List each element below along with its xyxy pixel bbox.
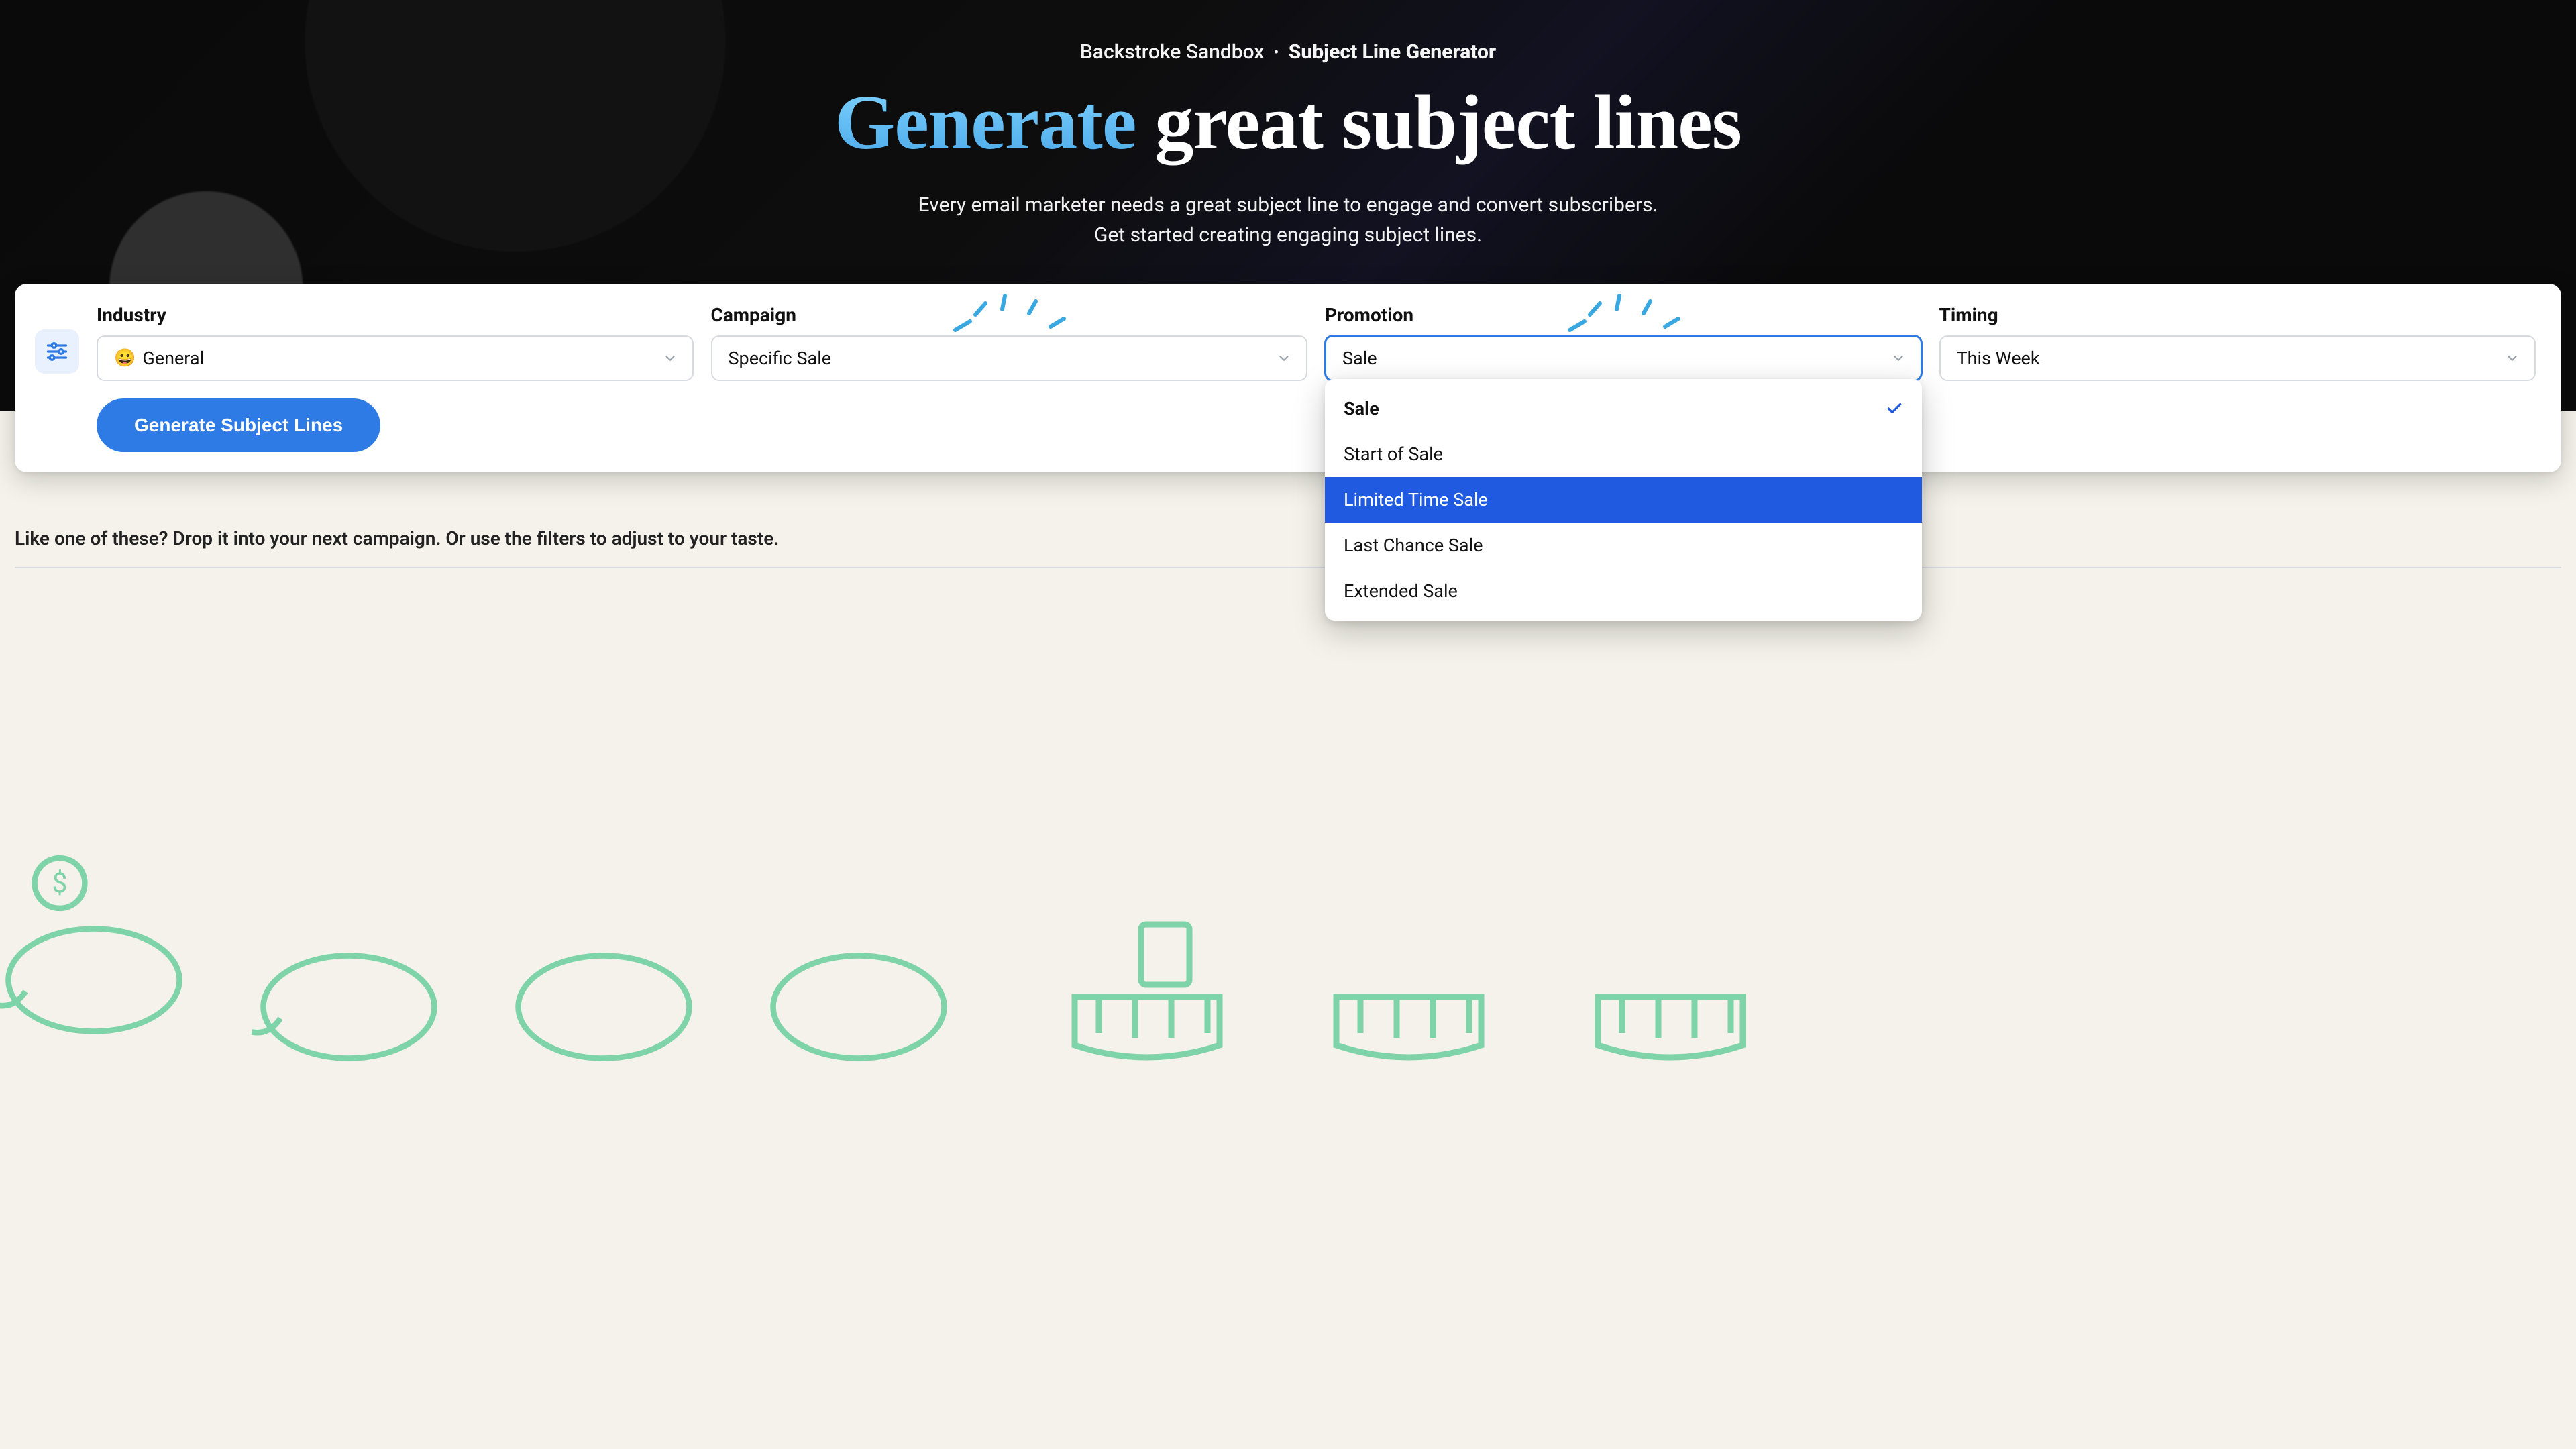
promotion-option-start-of-sale[interactable]: Start of Sale [1325,431,1922,477]
promotion-option-limited-time-sale[interactable]: Limited Time Sale [1325,477,1922,523]
promotion-dropdown: Sale Start of Sale Limited Time Sale Las… [1325,379,1922,621]
campaign-value: Specific Sale [729,347,832,369]
campaign-field: Campaign Specific Sale [711,304,1308,381]
promotion-select[interactable]: Sale [1325,335,1922,381]
timing-field: Timing This Week [1939,304,2536,381]
timing-select[interactable]: This Week [1939,335,2536,381]
promotion-value: Sale [1342,347,1377,369]
campaign-select[interactable]: Specific Sale [711,335,1308,381]
check-icon [1886,400,1903,417]
chevron-down-icon [2505,351,2520,366]
promotion-option-sale[interactable]: Sale [1325,386,1922,431]
page-title: Generate great subject lines [27,83,2549,164]
svg-text:$: $ [52,867,68,899]
promotion-option-extended-sale[interactable]: Extended Sale [1325,568,1922,614]
industry-emoji-icon: 😀 [114,348,136,368]
generate-button[interactable]: Generate Subject Lines [97,398,380,452]
industry-select[interactable]: 😀 General [97,335,694,381]
timing-label: Timing [1939,304,2536,326]
breadcrumb-page: Subject Line Generator [1289,40,1496,64]
helper-text: Like one of these? Drop it into your nex… [15,527,2561,568]
headline-accent: Generate [835,80,1136,166]
breadcrumb-app: Backstroke Sandbox [1080,40,1265,64]
filter-card: Industry 😀 General Campaign [15,284,2561,472]
headline-rest: great subject lines [1155,80,1741,166]
subtitle: Every email marketer needs a great subje… [27,190,2549,250]
industry-field: Industry 😀 General [97,304,694,381]
promotion-field: Promotion Sale Sale Start of Sale Limite… [1325,304,1922,381]
chevron-down-icon [1277,351,1291,366]
promotion-label: Promotion [1325,304,1922,326]
chevron-down-icon [663,351,678,366]
industry-value: General [142,347,204,369]
chevron-down-icon [1891,351,1906,366]
breadcrumb: Backstroke Sandbox · Subject Line Genera… [27,40,2549,64]
promotion-option-last-chance-sale[interactable]: Last Chance Sale [1325,523,1922,568]
industry-label: Industry [97,304,694,326]
campaign-label: Campaign [711,304,1308,326]
settings-icon[interactable] [35,329,79,374]
timing-value: This Week [1957,347,2040,369]
